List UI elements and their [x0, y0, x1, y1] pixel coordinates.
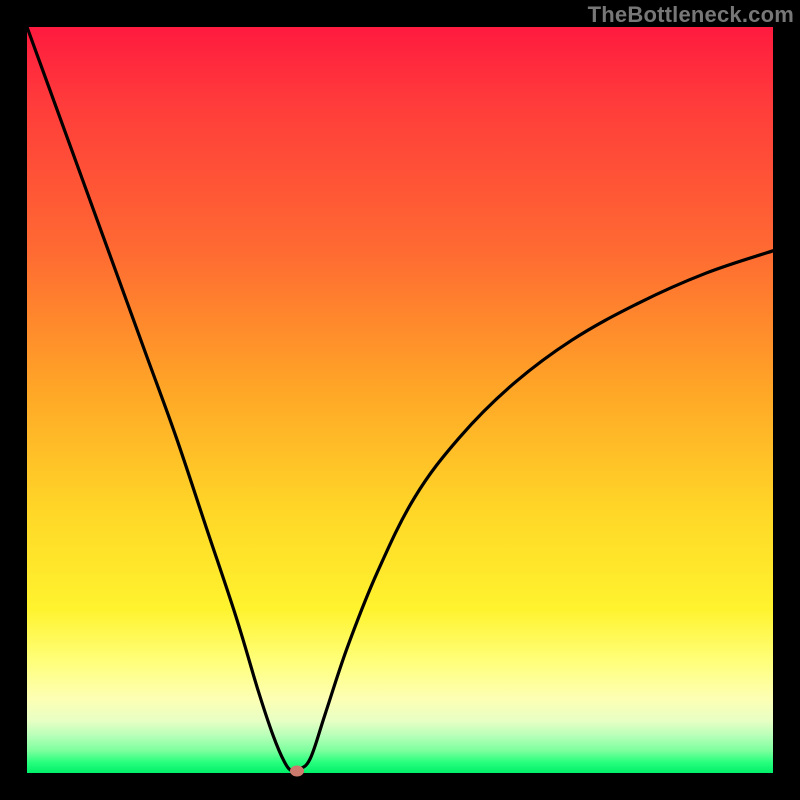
minimum-marker [290, 765, 304, 776]
bottleneck-curve [27, 27, 773, 773]
watermark-text: TheBottleneck.com [588, 2, 794, 28]
plot-area [27, 27, 773, 773]
chart-container: TheBottleneck.com [0, 0, 800, 800]
